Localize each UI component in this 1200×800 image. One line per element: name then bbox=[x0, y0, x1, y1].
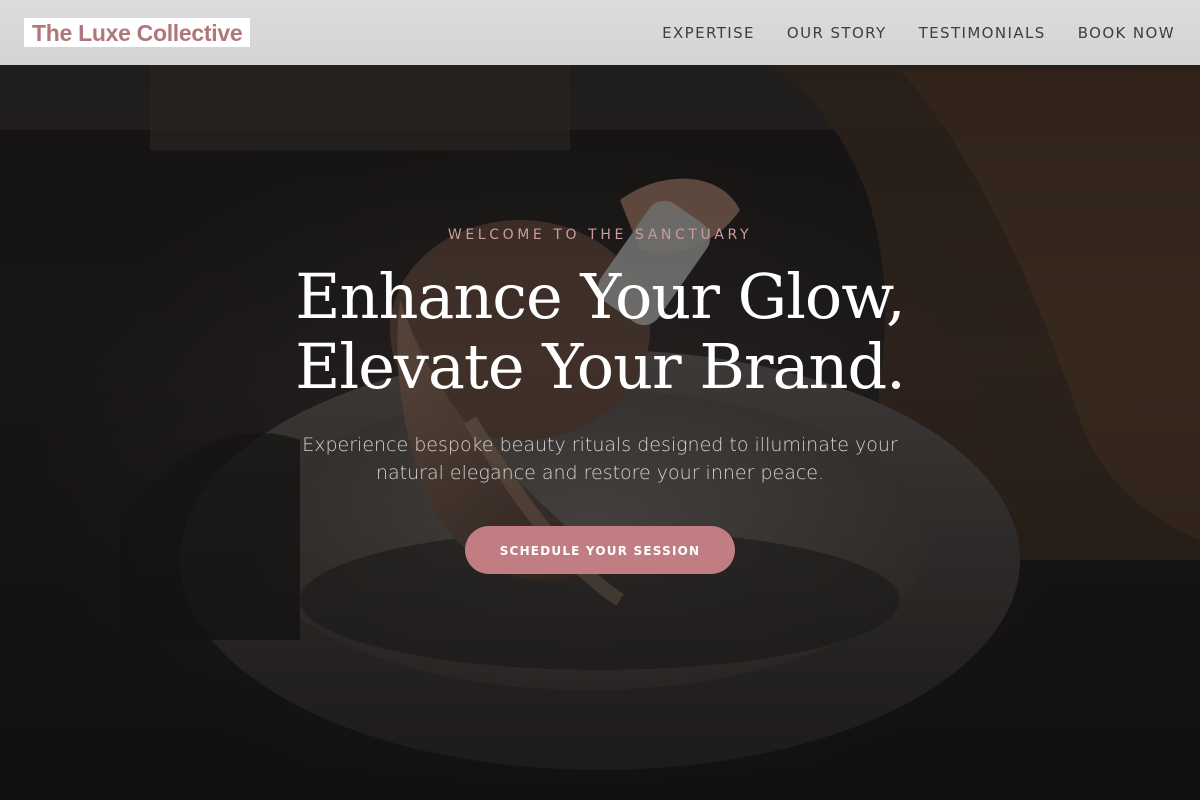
main-nav: EXPERTISE OUR STORY TESTIMONIALS BOOK NO… bbox=[662, 24, 1175, 42]
nav-link-expertise[interactable]: EXPERTISE bbox=[662, 24, 755, 42]
nav-link-book-now[interactable]: BOOK NOW bbox=[1078, 24, 1175, 42]
hero-subtitle: Experience bespoke beauty rituals design… bbox=[302, 434, 898, 484]
hero-headline-line-1: Enhance Your Glow, bbox=[295, 260, 905, 333]
nav-link-testimonials[interactable]: TESTIMONIALS bbox=[919, 24, 1046, 42]
hero-eyebrow: WELCOME TO THE SANCTUARY bbox=[447, 227, 753, 243]
site-logo[interactable]: The Luxe Collective bbox=[24, 18, 251, 47]
page: The Luxe Collective EXPERTISE OUR STORY … bbox=[0, 0, 1200, 800]
site-header: The Luxe Collective EXPERTISE OUR STORY … bbox=[0, 0, 1200, 65]
nav-link-our-story[interactable]: OUR STORY bbox=[787, 24, 887, 42]
hero-headline-line-2: Elevate Your Brand. bbox=[295, 330, 906, 403]
hero-content: WELCOME TO THE SANCTUARY Enhance Your Gl… bbox=[0, 0, 1200, 800]
schedule-session-button[interactable]: SCHEDULE YOUR SESSION bbox=[465, 526, 735, 574]
hero-headline: Enhance Your Glow, Elevate Your Brand. bbox=[0, 262, 1200, 402]
